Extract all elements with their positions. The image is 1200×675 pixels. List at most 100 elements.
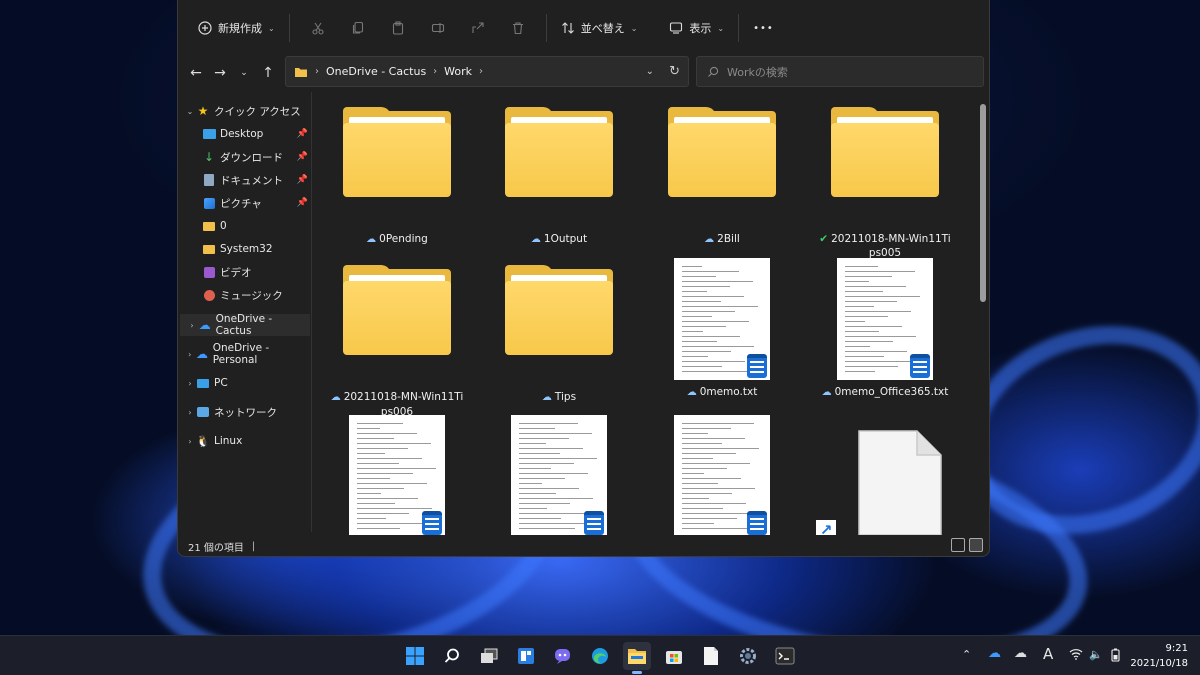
sidebar-item-downloads[interactable]: ↓ ダウンロード 📌 <box>178 146 312 168</box>
onedrive-personal-tray-icon[interactable]: ☁ <box>1014 646 1027 661</box>
ime-indicator[interactable]: A <box>1043 645 1053 663</box>
more-options-button[interactable]: ••• <box>747 12 780 44</box>
back-button[interactable]: ← <box>184 60 208 86</box>
preview-text-line <box>357 458 422 459</box>
sidebar-item-onedrive-personal[interactable]: › ☁ OneDrive - Personal <box>178 342 312 366</box>
sidebar-item-pc[interactable]: › PC <box>178 372 312 394</box>
onedrive-icon: ☁ <box>198 318 211 332</box>
search-box[interactable]: Workの検索 <box>696 56 984 87</box>
windows-logo-icon <box>406 647 424 665</box>
arrow-right-icon: → <box>214 65 226 81</box>
new-button[interactable]: 新規作成 ⌄ <box>192 12 281 44</box>
preview-text-line <box>682 453 736 454</box>
preview-text-line <box>682 301 721 302</box>
preview-text-line <box>682 361 745 362</box>
teams-chat-button[interactable] <box>549 642 577 670</box>
system-clock[interactable]: 9:21 2021/10/18 <box>1130 641 1188 671</box>
sort-button[interactable]: 並べ替え ⌄ <box>555 12 644 44</box>
document-preview <box>674 258 770 380</box>
folder-thumbnail <box>322 262 472 362</box>
preview-text-line <box>682 351 731 352</box>
preview-text-line <box>357 528 400 529</box>
preview-text-line <box>682 498 709 499</box>
sidebar-item-label: PC <box>214 377 228 389</box>
linux-penguin-icon: 🐧 <box>196 434 210 448</box>
toolbar-divider <box>288 14 290 42</box>
details-view-button[interactable] <box>951 538 965 552</box>
sidebar-item-label: ドキュメント <box>220 174 283 187</box>
preview-text-line <box>845 301 897 302</box>
settings-button[interactable] <box>734 642 762 670</box>
sidebar-item-onedrive-cactus[interactable]: › ☁ OneDrive - Cactus <box>180 313 310 337</box>
tray-overflow-icon[interactable]: ⌃ <box>962 648 971 661</box>
onedrive-tray-icon[interactable]: ☁ <box>988 646 1001 661</box>
task-view-button[interactable] <box>475 642 503 670</box>
command-bar: 新規作成 ⌄ 並べ替え ⌄ 表示 ⌄ ••• <box>178 0 989 56</box>
preview-text-line <box>845 331 879 332</box>
folder-icon <box>343 107 451 197</box>
preview-text-line <box>682 483 718 484</box>
search-taskbar-button[interactable] <box>438 642 466 670</box>
refresh-icon[interactable]: ↻ <box>669 64 680 79</box>
chevron-right-icon: › <box>188 407 192 417</box>
pin-icon[interactable]: 📌 <box>297 198 308 208</box>
folder-icon <box>628 649 646 664</box>
address-dropdown-icon[interactable]: ⌄ <box>646 66 654 77</box>
preview-text-line <box>519 468 551 469</box>
pin-icon[interactable]: 📌 <box>297 152 308 162</box>
preview-text-line <box>682 428 731 429</box>
notepad-taskbar-button[interactable] <box>697 642 725 670</box>
sidebar-item-system32[interactable]: System32 <box>178 238 312 260</box>
file-label: ☁ 0memo_Office365.txt <box>821 386 949 398</box>
preview-text-line <box>682 443 722 444</box>
preview-text-line <box>682 366 722 367</box>
delete-button[interactable] <box>498 12 538 44</box>
sidebar-item-quick-access[interactable]: ⌄ ★ クイック アクセス <box>178 100 312 122</box>
vertical-scrollbar[interactable] <box>980 104 986 302</box>
share-button[interactable] <box>458 12 498 44</box>
preview-text-line <box>519 483 542 484</box>
widgets-button[interactable] <box>512 642 540 670</box>
shortcut-arrow-icon: ↗ <box>816 520 836 535</box>
sidebar-item-videos[interactable]: ビデオ <box>178 261 312 283</box>
sidebar-item-pictures[interactable]: ピクチャ 📌 <box>178 192 312 214</box>
pin-icon[interactable]: 📌 <box>297 175 308 185</box>
sidebar-item-linux[interactable]: › 🐧 Linux <box>178 430 312 452</box>
sidebar-item-desktop[interactable]: Desktop 📌 <box>178 123 312 145</box>
cut-button[interactable] <box>298 12 338 44</box>
forward-button[interactable]: → <box>208 60 232 86</box>
rename-button[interactable] <box>418 12 458 44</box>
view-button[interactable]: 表示 ⌄ <box>663 12 730 44</box>
pin-icon[interactable]: 📌 <box>297 129 308 139</box>
breadcrumb-work[interactable]: Work <box>444 65 472 78</box>
store-button[interactable] <box>660 642 688 670</box>
sidebar-item-folder-0[interactable]: 0 <box>178 215 312 237</box>
paste-button[interactable] <box>378 12 418 44</box>
file-label: ☁ 1Output <box>530 233 588 245</box>
battery-icon[interactable] <box>1110 648 1122 665</box>
preview-text-line <box>682 463 750 464</box>
start-button[interactable] <box>401 642 429 670</box>
document-icon <box>704 647 718 665</box>
recent-locations-button[interactable]: ⌄ <box>232 60 256 86</box>
breadcrumb-onedrive[interactable]: OneDrive - Cactus <box>326 65 426 78</box>
address-bar[interactable]: › OneDrive - Cactus › Work › ⌄ ↻ <box>285 56 689 87</box>
shortcut-thumbnail: ↗ <box>810 414 960 535</box>
file-explorer-taskbar-button[interactable] <box>623 642 651 674</box>
copy-button[interactable] <box>338 12 378 44</box>
terminal-button[interactable] <box>771 642 799 670</box>
sidebar-item-network[interactable]: › ネットワーク <box>178 401 312 423</box>
document-preview <box>674 415 770 535</box>
preview-text-line <box>682 316 712 317</box>
wifi-icon[interactable] <box>1069 648 1083 663</box>
sidebar-item-documents[interactable]: ドキュメント 📌 <box>178 169 312 191</box>
up-button[interactable]: ↑ <box>256 60 280 86</box>
copy-icon <box>352 21 363 34</box>
large-icons-view-button[interactable] <box>969 538 983 552</box>
view-icon <box>670 22 683 34</box>
volume-icon[interactable]: 🔈 <box>1089 648 1103 661</box>
edge-button[interactable] <box>586 642 614 670</box>
synced-check-icon: ✔ <box>819 233 829 245</box>
music-icon <box>202 289 216 301</box>
sidebar-item-music[interactable]: ミュージック <box>178 284 312 306</box>
